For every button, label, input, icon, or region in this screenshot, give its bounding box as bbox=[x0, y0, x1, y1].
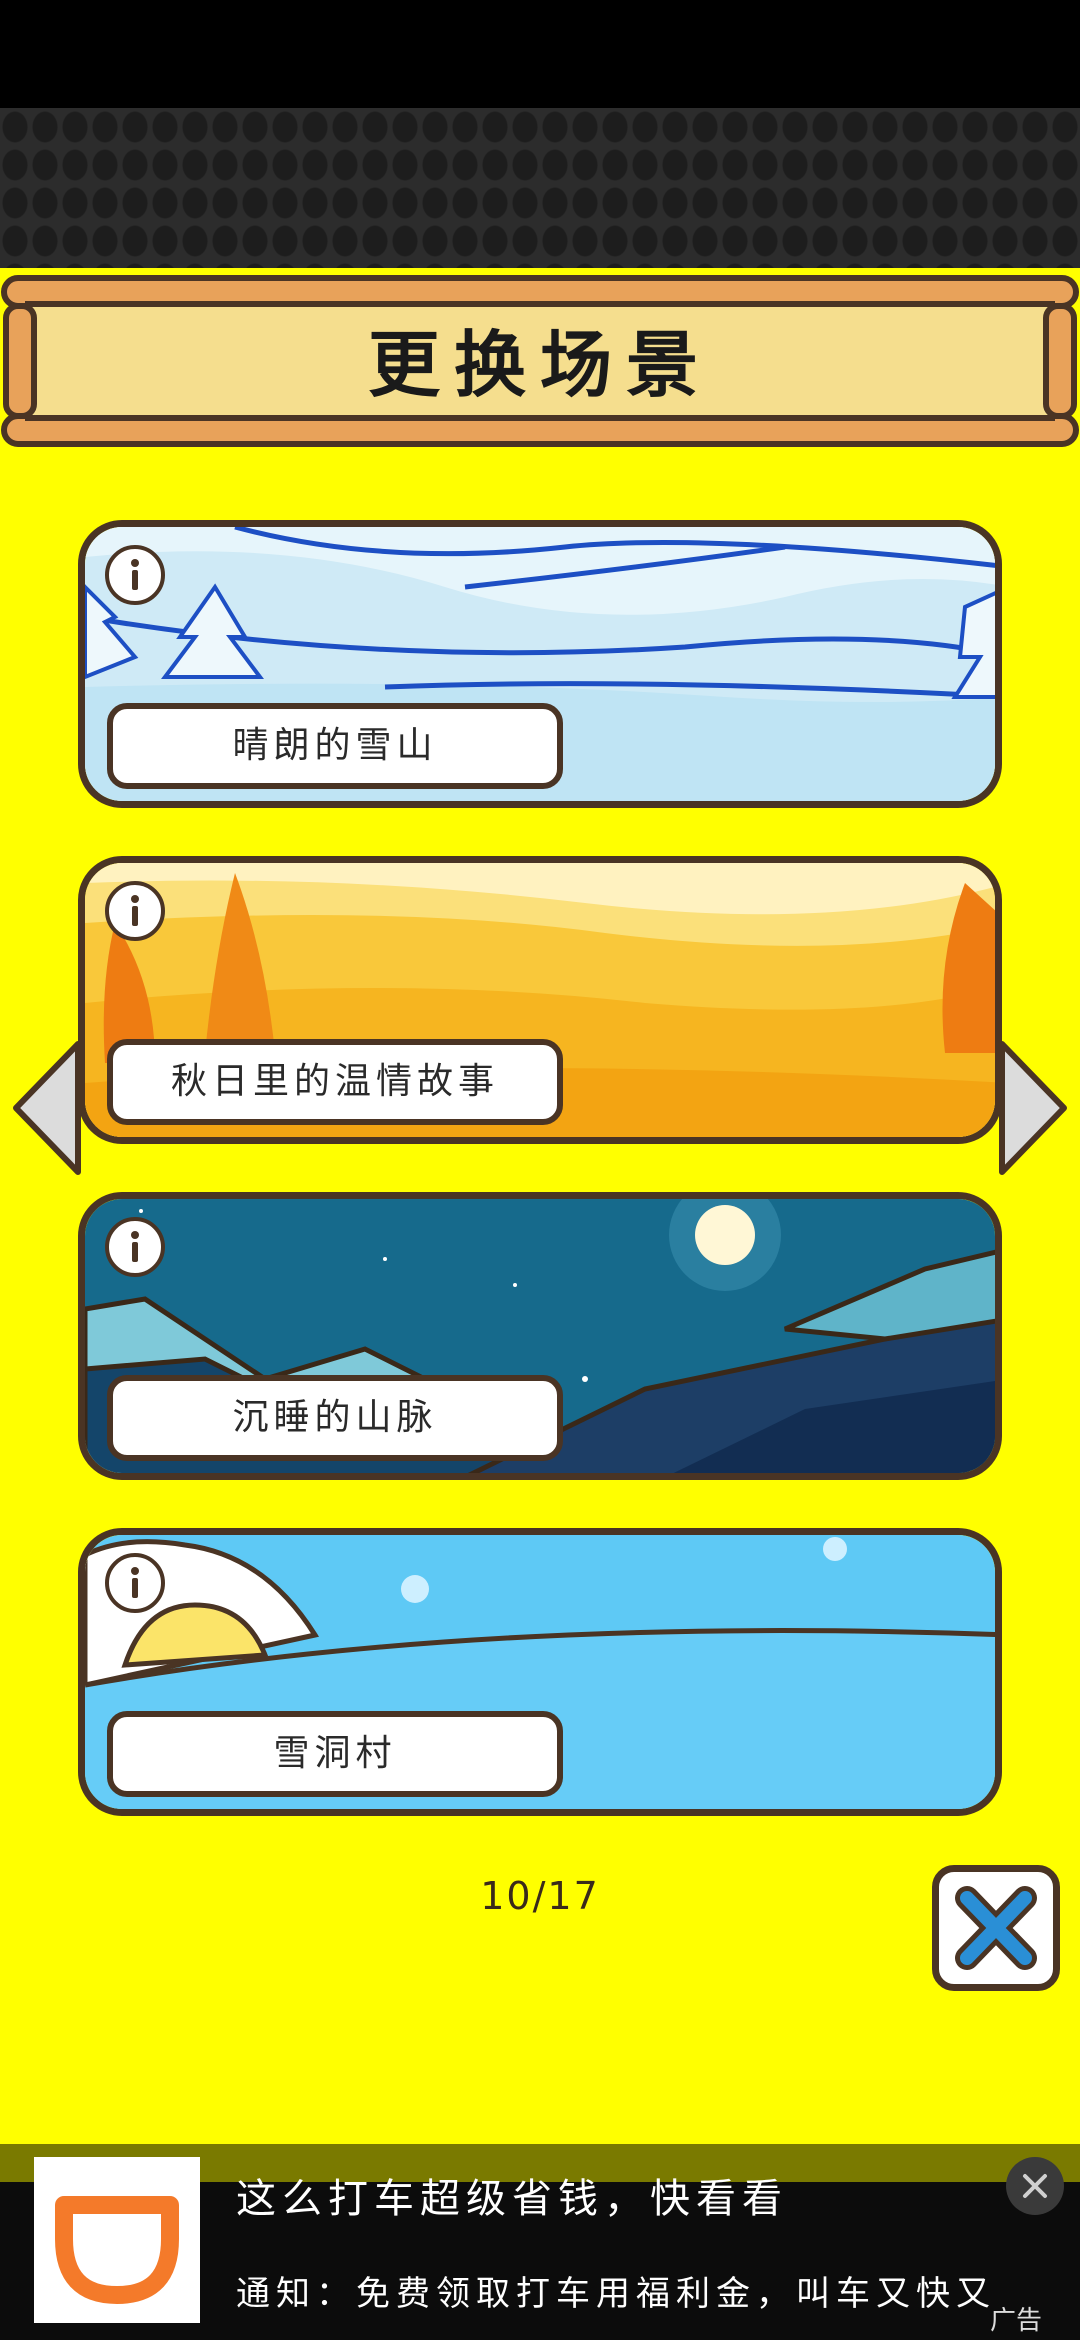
info-icon[interactable] bbox=[105, 1217, 165, 1277]
scene-card-autumn[interactable]: 秋日里的温情故事 bbox=[78, 856, 1002, 1144]
scene-name-label: 沉睡的山脉 bbox=[107, 1375, 563, 1461]
close-button[interactable] bbox=[932, 1865, 1060, 1991]
ad-headline[interactable]: 这么打车超级省钱，快看看 bbox=[236, 2166, 788, 2224]
ad-close-button[interactable] bbox=[1006, 2157, 1064, 2215]
info-icon[interactable] bbox=[105, 545, 165, 605]
scene-selector-screen: 更换场景 晴朗的雪山 秋日里的温情故事 沉睡的山脉 雪洞村 10/17 bbox=[0, 268, 1080, 2144]
previous-page-arrow[interactable] bbox=[8, 1038, 88, 1178]
ad-subtext[interactable]: 通知：免费领取打车用福利金，叫车又快又 bbox=[236, 2266, 1056, 2315]
close-icon bbox=[955, 1886, 1037, 1970]
scene-card-snow-village[interactable]: 雪洞村 bbox=[78, 1528, 1002, 1816]
title-banner: 更换场景 bbox=[0, 268, 1080, 454]
page-title: 更换场景 bbox=[367, 322, 712, 407]
info-icon[interactable] bbox=[105, 1553, 165, 1613]
page-indicator: 10/17 bbox=[480, 1874, 600, 1918]
scene-name-label: 晴朗的雪山 bbox=[107, 703, 563, 789]
info-icon[interactable] bbox=[105, 881, 165, 941]
scene-card-snow-mountain[interactable]: 晴朗的雪山 bbox=[78, 520, 1002, 808]
didi-logo-icon[interactable] bbox=[34, 2157, 200, 2323]
status-bar bbox=[0, 0, 1080, 108]
scene-name-label: 秋日里的温情故事 bbox=[107, 1039, 563, 1125]
next-page-arrow[interactable] bbox=[992, 1038, 1072, 1178]
close-icon bbox=[1023, 2174, 1047, 2198]
ad-label: 广告 bbox=[990, 2306, 1043, 2336]
chevron-right-icon bbox=[999, 1041, 1067, 1175]
decorative-pattern-strip bbox=[0, 108, 1080, 268]
scene-card-night-mountains[interactable]: 沉睡的山脉 bbox=[78, 1192, 1002, 1480]
chevron-left-icon bbox=[13, 1041, 81, 1175]
scene-name-label: 雪洞村 bbox=[107, 1711, 563, 1797]
